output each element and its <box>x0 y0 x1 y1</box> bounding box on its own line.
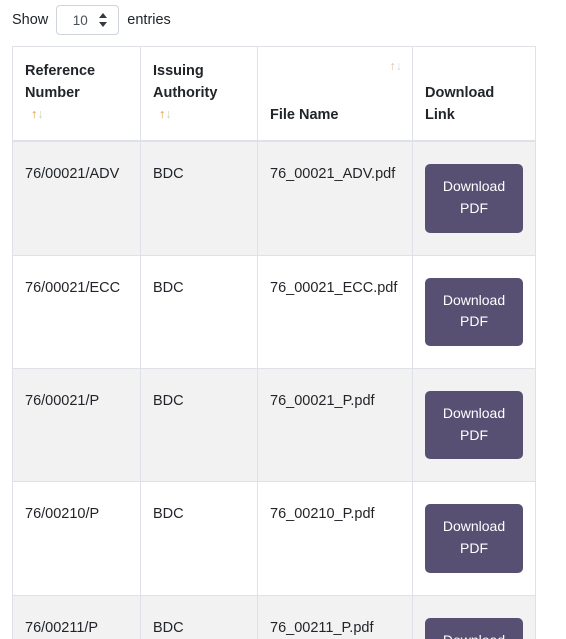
cell-issuing-authority: BDC <box>140 481 258 596</box>
cell-download-link: Download PDF <box>412 254 536 370</box>
cell-download-link: Download PDF <box>412 140 536 256</box>
cell-file-name: 76_00021_ADV.pdf <box>257 140 413 256</box>
spinner-updown-icon <box>97 12 108 28</box>
column-header-issuing-authority-label: Issuing Authority <box>153 63 218 101</box>
column-header-file-name-label: File Name <box>270 106 339 123</box>
column-header-file-name[interactable]: ↑↓ File Name <box>257 46 413 143</box>
cell-issuing-authority: BDC <box>140 140 258 256</box>
download-pdf-button[interactable]: Download PDF <box>425 164 523 233</box>
cell-reference-number: 76/00021/ADV <box>12 140 141 256</box>
cell-reference-number: 76/00021/ECC <box>12 254 141 370</box>
table-row: 76/00211/PBDC76_00211_P.pdf Download PDF <box>12 594 536 639</box>
cell-file-name: 76_00210_P.pdf <box>257 481 413 596</box>
show-label: Show <box>12 12 49 28</box>
cell-download-link: Download PDF <box>412 594 536 639</box>
table-row: 76/00210/P BDC 76_00210_P.pdf Download PDF <box>12 481 536 596</box>
download-pdf-button[interactable]: Download PDF <box>425 617 523 639</box>
sort-updown-icon: ↑↓ <box>389 59 403 73</box>
entries-per-page-select[interactable]: 10 <box>56 5 120 35</box>
documents-table: Reference Number ↑↓ Issuing Authority ↑↓… <box>12 46 536 639</box>
cell-download-link: Download PDF <box>412 481 536 596</box>
cell-issuing-authority: BDC <box>140 367 258 483</box>
table-body: 76/00021/ADV BDC 76_00021_ADV.pdf Download … <box>12 140 536 639</box>
table-row: 76/00021/P BDC 76_00021_P.pdf Download PDF <box>12 367 536 483</box>
cell-reference-number: 76/00210/P <box>12 481 141 596</box>
download-pdf-button[interactable]: Download PDF <box>425 504 523 573</box>
cell-reference-number: 76/00211/P <box>12 594 141 639</box>
download-pdf-button[interactable]: Download PDF <box>425 391 523 460</box>
results-table-wrapper: Reference Number ↑↓ Issuing Authority ↑↓… <box>12 46 536 639</box>
entries-label: entries <box>127 12 171 28</box>
table-header: Reference Number ↑↓ Issuing Authority ↑↓… <box>12 46 536 143</box>
entries-per-page-value: 10 <box>72 12 88 28</box>
cell-file-name: 76_00021_ECC.pdf <box>257 254 413 370</box>
cell-download-link: Download PDF <box>412 367 536 483</box>
column-header-reference-number[interactable]: Reference Number ↑↓ <box>12 46 141 143</box>
table-row: 76/00021/ADV BDC 76_00021_ADV.pdf Download … <box>12 140 536 256</box>
table-length-control: Show 10 entries <box>12 0 171 40</box>
column-header-download-link: Download Link <box>412 46 536 143</box>
column-header-reference-number-label: Reference Number <box>25 63 96 101</box>
cell-file-name: 76_00021_P.pdf <box>257 367 413 483</box>
cell-file-name: 76_00211_P.pdf <box>257 594 413 639</box>
table-header-row: Reference Number ↑↓ Issuing Authority ↑↓… <box>12 46 536 143</box>
table-row: 76/00021/ECC BDC 76_00021_ECC.pdf Download … <box>12 254 536 370</box>
cell-reference-number: 76/00021/P <box>12 367 141 483</box>
column-header-download-link-label: Download Link <box>425 84 495 123</box>
results-table-page: Show 10 entries Reference Number ↑↓ Issu… <box>0 0 566 639</box>
cell-issuing-authority: BDC <box>140 594 258 639</box>
cell-issuing-authority: BDC <box>140 254 258 370</box>
sort-updown-icon: ↑↓ <box>31 106 44 121</box>
sort-updown-icon: ↑↓ <box>159 106 172 121</box>
download-pdf-button[interactable]: Download PDF <box>425 277 523 346</box>
column-header-issuing-authority[interactable]: Issuing Authority ↑↓ <box>140 46 258 143</box>
